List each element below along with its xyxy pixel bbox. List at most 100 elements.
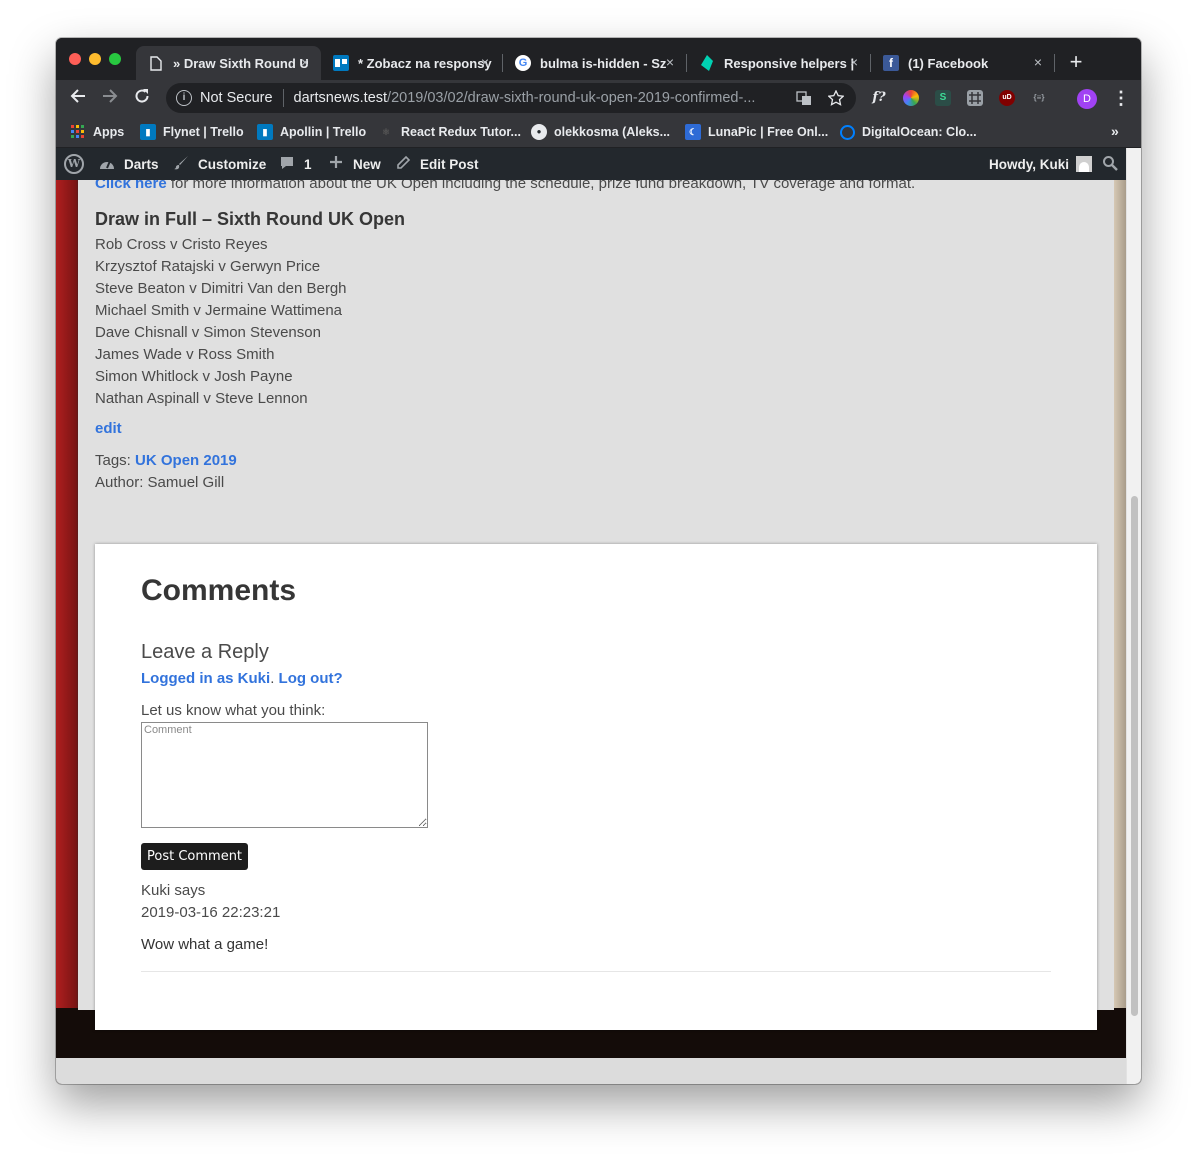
comment-prompt-label: Let us know what you think: <box>141 702 326 719</box>
edit-post-link[interactable]: edit <box>95 420 122 437</box>
bookmark-star-icon[interactable] <box>827 89 845 106</box>
page-footer-strip <box>56 1058 1126 1084</box>
comment-text: Wow what a game! <box>141 936 269 953</box>
bookmarks-bar: Apps ▮ Flynet | Trello ▮ Apollin | Trell… <box>56 116 1141 148</box>
tags-label: Tags: <box>95 452 136 469</box>
howdy-label: Howdy, Kuki <box>989 156 1070 172</box>
tab-close-icon[interactable]: × <box>297 54 313 70</box>
facebook-icon: f <box>883 55 899 71</box>
info-icon[interactable]: i <box>176 90 192 106</box>
bookmark-label: React Redux Tutor... <box>401 125 521 139</box>
translate-icon[interactable] <box>796 90 812 106</box>
comment-author: Kuki says <box>141 882 206 899</box>
post-author: Author: Samuel Gill <box>95 474 225 491</box>
admin-search-button[interactable] <box>1101 148 1119 180</box>
window-minimize-button[interactable] <box>89 53 101 65</box>
search-icon <box>1101 155 1119 173</box>
dashboard-gauge-icon <box>98 155 116 173</box>
color-picker-extension-icon[interactable] <box>903 90 919 106</box>
apps-grid-icon <box>70 124 86 140</box>
tab-separator <box>1054 54 1055 72</box>
tab-close-icon[interactable]: × <box>662 54 678 70</box>
trello-icon: ▮ <box>257 124 273 140</box>
tab-draw-sixth-round[interactable]: » Draw Sixth Round U × <box>136 46 321 80</box>
new-content-menu[interactable]: New <box>327 148 381 180</box>
log-out-link[interactable]: Log out? <box>279 670 343 687</box>
match-list: Rob Cross v Cristo Reyes Krzysztof Rataj… <box>95 234 347 410</box>
window-close-button[interactable] <box>69 53 81 65</box>
wp-logo-menu[interactable]: W <box>64 148 84 180</box>
tab-close-icon[interactable]: × <box>846 54 862 70</box>
bulma-icon <box>699 55 715 71</box>
reload-icon[interactable] <box>130 86 154 110</box>
security-status: Not Secure <box>200 90 273 106</box>
profile-avatar[interactable]: D <box>1077 89 1097 109</box>
plus-icon <box>327 155 345 173</box>
ublock-extension-icon[interactable]: uD <box>999 90 1015 106</box>
script-extension-icon[interactable]: f? <box>871 90 887 106</box>
window-maximize-button[interactable] <box>109 53 121 65</box>
brush-icon <box>172 155 190 173</box>
user-avatar <box>1076 156 1093 172</box>
draw-heading: Draw in Full – Sixth Round UK Open <box>95 209 406 229</box>
pencil-icon <box>394 155 412 173</box>
comments-menu[interactable]: 1 <box>278 148 312 180</box>
comments-section: Comments Leave a Reply Logged in as Kuki… <box>95 544 1097 1030</box>
bookmark-lunapic[interactable]: ☾ LunaPic | Free Onl... <box>685 122 828 142</box>
page-viewport: Click here for more information about th… <box>56 148 1141 1084</box>
scrollbar-thumb[interactable] <box>1131 496 1138 1016</box>
post-comment-button[interactable]: Post Comment <box>141 843 249 870</box>
back-arrow-icon[interactable] <box>66 86 90 110</box>
comment-textarea[interactable] <box>141 722 428 828</box>
tab-bulma-is-hidden[interactable]: G bulma is-hidden - Sz × <box>503 46 686 80</box>
edit-post-menu[interactable]: Edit Post <box>394 148 479 180</box>
leave-reply-heading: Leave a Reply <box>141 641 269 663</box>
comment-bubble-icon <box>278 155 296 173</box>
tab-close-icon[interactable]: × <box>477 54 493 70</box>
logged-in-separator: . <box>270 670 279 687</box>
grid-extension-icon[interactable] <box>967 90 983 106</box>
match-item: Rob Cross v Cristo Reyes <box>95 236 268 253</box>
google-icon: G <box>515 55 531 71</box>
browser-window: » Draw Sixth Round U × * Zobacz na respo… <box>56 38 1141 1084</box>
bookmark-apps[interactable]: Apps <box>70 122 124 142</box>
address-bar[interactable]: i Not Secure dartsnews.test /2019/03/02/… <box>166 83 856 113</box>
tab-zobacz[interactable]: * Zobacz na responsy × <box>321 46 501 80</box>
stylus-extension-icon[interactable]: S <box>935 90 951 106</box>
page-icon <box>148 55 164 71</box>
site-name: Darts <box>124 156 159 172</box>
post-tags: Tags: UK Open 2019 <box>95 452 237 469</box>
my-account-menu[interactable]: Howdy, Kuki <box>989 148 1093 180</box>
match-item: Simon Whitlock v Josh Payne <box>95 368 293 385</box>
wordpress-logo-icon: W <box>64 154 84 174</box>
bookmark-react-redux[interactable]: ⚛ React Redux Tutor... <box>378 122 521 142</box>
bookmark-apollin-trello[interactable]: ▮ Apollin | Trello <box>257 122 366 142</box>
url-path: /2019/03/02/draw-sixth-round-uk-open-201… <box>387 90 756 106</box>
tag-link-uk-open-2019[interactable]: UK Open 2019 <box>135 452 237 469</box>
tab-facebook[interactable]: f (1) Facebook × <box>871 46 1054 80</box>
page-scrollbar[interactable] <box>1126 148 1141 1084</box>
json-viewer-extension-icon[interactable]: {≡} <box>1031 90 1047 106</box>
react-icon: ⚛ <box>381 127 391 137</box>
site-name-menu[interactable]: Darts <box>98 148 159 180</box>
kebab-menu-icon[interactable]: ⋮ <box>1112 88 1130 108</box>
bookmarks-overflow-icon[interactable]: » <box>1111 123 1119 139</box>
new-label: New <box>353 156 381 172</box>
browser-toolbar: i Not Secure dartsnews.test /2019/03/02/… <box>56 80 1141 116</box>
forward-arrow-icon[interactable] <box>98 86 122 110</box>
tab-close-icon[interactable]: × <box>1030 54 1046 70</box>
bookmark-label: LunaPic | Free Onl... <box>708 125 829 139</box>
tab-responsive-helpers[interactable]: Responsive helpers | × <box>687 46 870 80</box>
new-tab-button[interactable]: + <box>1064 50 1088 74</box>
logged-in-as-link[interactable]: Logged in as Kuki <box>141 670 270 687</box>
url-host: dartsnews.test <box>293 90 388 106</box>
bookmark-flynet-trello[interactable]: ▮ Flynet | Trello <box>140 122 244 142</box>
lunapic-icon: ☾ <box>685 124 701 140</box>
bookmark-digitalocean[interactable]: DigitalOcean: Clo... <box>840 122 977 142</box>
customize-menu[interactable]: Customize <box>172 148 266 180</box>
address-separator <box>282 89 284 107</box>
match-item: Krzysztof Ratajski v Gerwyn Price <box>95 258 321 275</box>
bookmark-olekkosma[interactable]: ● olekkosma (Aleks... <box>531 122 670 142</box>
trello-icon <box>333 55 349 71</box>
bookmark-label: Apollin | Trello <box>280 125 367 139</box>
